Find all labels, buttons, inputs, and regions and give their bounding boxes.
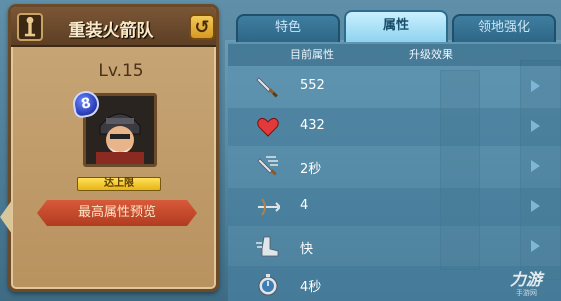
- site-logo-subtitle: 手游网: [516, 289, 537, 297]
- health-value: 432: [300, 118, 325, 133]
- chevron-right-icon: [531, 240, 540, 252]
- unit-card: 重装火箭队 ↺ Lv.15 8 达上限 最高属性预览: [8, 4, 219, 292]
- card-left-arrow-icon[interactable]: [0, 200, 12, 234]
- chevron-right-icon: [531, 160, 540, 172]
- column-upgrade-effect: 升级效果: [409, 48, 453, 61]
- boot-speed-icon: [256, 235, 280, 259]
- max-stats-preview-button[interactable]: 最高属性预览: [37, 200, 197, 226]
- crossbow-range-icon: [256, 195, 282, 219]
- attribute-row-attack-speed[interactable]: 2秒: [228, 148, 561, 186]
- attack-speed-value: 2秒: [300, 162, 322, 177]
- chevron-right-icon: [531, 120, 540, 132]
- tab-bar: 特色 属性 领地强化: [228, 10, 561, 42]
- table-header: [228, 44, 561, 66]
- attribute-row-health[interactable]: 432: [228, 108, 561, 146]
- stopwatch-icon: [256, 273, 280, 297]
- column-current-attributes: 目前属性: [290, 48, 334, 61]
- unit-level: Lv.15: [98, 61, 144, 81]
- attack-speed-icon: [256, 155, 280, 179]
- card-header: 重装火箭队 ↺: [11, 7, 216, 47]
- attribute-row-attack[interactable]: 552: [228, 68, 561, 106]
- attribute-row-range[interactable]: 4: [228, 188, 561, 226]
- unit-type-icon: [17, 13, 43, 41]
- chevron-right-icon: [531, 80, 540, 92]
- range-value: 4: [300, 198, 309, 213]
- chevron-right-icon: [531, 200, 540, 212]
- cooldown-value: 4秒: [300, 280, 322, 295]
- attack-value: 552: [300, 78, 325, 93]
- attribute-row-move-speed[interactable]: 快: [228, 228, 561, 266]
- max-level-badge: 达上限: [77, 177, 161, 191]
- tab-territory-upgrade[interactable]: 领地强化: [452, 14, 556, 42]
- sword-icon: [256, 75, 280, 99]
- tab-features[interactable]: 特色: [236, 14, 340, 42]
- back-button[interactable]: ↺: [189, 14, 215, 40]
- move-speed-value: 快: [300, 242, 314, 257]
- unit-name: 重装火箭队: [68, 21, 154, 41]
- heart-icon: [256, 115, 280, 139]
- return-arrow-icon: ↺: [194, 16, 210, 38]
- tab-attributes[interactable]: 属性: [344, 10, 448, 42]
